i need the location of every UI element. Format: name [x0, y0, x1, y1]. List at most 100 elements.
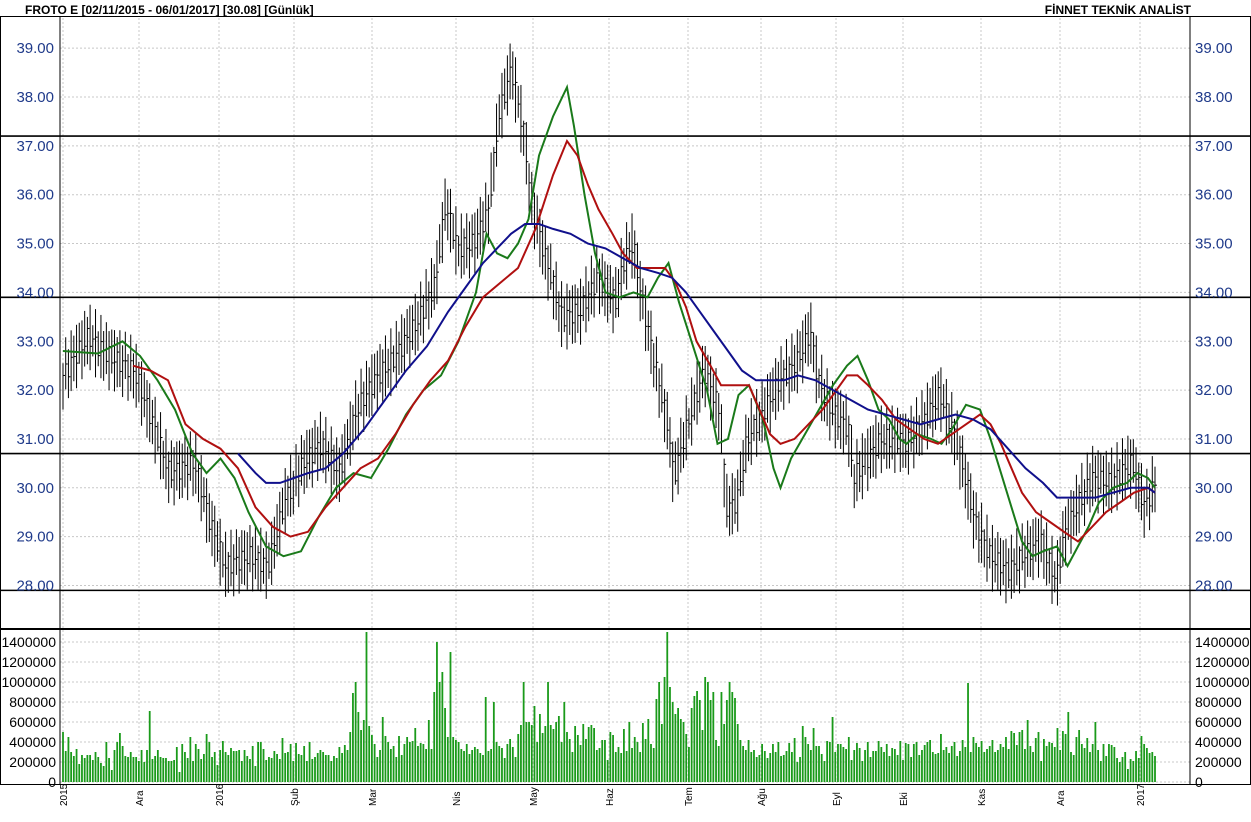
volume-bar [89, 755, 91, 782]
volume-bar [1110, 745, 1113, 782]
volume-tick-label-left: 400000 [9, 734, 56, 750]
volume-bar [972, 737, 975, 782]
volume-bar [910, 757, 913, 782]
volume-bar [254, 766, 257, 782]
volume-bar [479, 753, 482, 782]
volume-bar [137, 761, 140, 782]
volume-bar [734, 698, 736, 782]
volume-bar [587, 727, 590, 782]
volume-bar [249, 759, 251, 782]
volume-bar [86, 755, 89, 782]
volume-bar [346, 750, 349, 782]
volume-tick-label-left: 200000 [9, 754, 56, 770]
volume-bar [568, 739, 571, 782]
volume-bar [853, 750, 856, 782]
volume-bar [1013, 733, 1015, 782]
volume-tick-label-right: 800000 [1195, 694, 1242, 710]
volume-bar [257, 742, 259, 782]
volume-bar [156, 750, 159, 782]
volume-bar [221, 741, 224, 782]
x-tick-label: Nis [452, 792, 463, 806]
volume-bar [284, 753, 287, 782]
volume-tick-label-right: 600000 [1195, 714, 1242, 730]
volume-bar [744, 750, 747, 782]
volume-bar [427, 720, 430, 782]
volume-bar [154, 756, 157, 782]
volume-bar [181, 744, 184, 782]
volume-bar [893, 749, 896, 782]
y-tick-label-left: 35.00 [16, 236, 54, 253]
volume-bar [360, 730, 362, 782]
volume-bar [1094, 722, 1097, 782]
volume-bar [368, 726, 371, 782]
volume-bar [216, 765, 219, 782]
volume-bar [671, 702, 674, 782]
volume-bar [669, 687, 671, 782]
volume-bar [720, 692, 723, 782]
volume-bar [449, 652, 452, 782]
volume-bar [186, 758, 189, 782]
volume-bar [1143, 744, 1146, 782]
volume-bar [969, 752, 972, 782]
volume-bar [492, 702, 495, 782]
volume-bar [983, 752, 986, 782]
volume-bar [151, 759, 154, 782]
volume-bar [723, 724, 726, 782]
volume-bar [715, 740, 717, 782]
volume-bar [547, 682, 549, 782]
volume-bar [674, 714, 677, 782]
y-tick-label-left: 37.00 [16, 138, 54, 155]
volume-bar [81, 755, 83, 782]
x-tick-label: Mar [368, 788, 379, 806]
volume-bar [211, 757, 213, 782]
volume-bar [173, 760, 175, 782]
volume-bar [97, 757, 100, 782]
volume-bar [525, 722, 528, 782]
volume-bar [677, 708, 679, 782]
volume-bar [324, 755, 327, 782]
volume-bar [230, 748, 232, 782]
volume-bar [127, 757, 129, 782]
volume-bar [709, 700, 712, 782]
volume-bar [636, 742, 639, 782]
volume-tick-label-left: 1200000 [1, 654, 56, 670]
volume-bar [184, 752, 186, 782]
volume-bar [650, 744, 652, 782]
volume-bar [1145, 748, 1148, 782]
volume-bar [834, 752, 837, 782]
volume-bar [268, 757, 270, 782]
y-tick-label-left: 32.00 [16, 382, 54, 399]
volume-bar [560, 742, 563, 782]
price-volume-chart[interactable]: 2015 Ara 2016 Şub Mar Nis May Haz Tem Ağu Eyl Eki Ka… [0, 0, 1251, 822]
volume-bar [698, 700, 701, 782]
volume-bar [1029, 746, 1032, 782]
volume-bar [815, 746, 818, 782]
volume-bar [975, 743, 978, 782]
volume-bar [921, 750, 923, 782]
volume-bar [967, 683, 969, 782]
volume-bar [1002, 747, 1005, 782]
volume-bar [991, 740, 994, 782]
volume-bar [809, 750, 812, 782]
volume-bar [986, 749, 988, 782]
y-tick-label-left: 33.00 [16, 333, 54, 350]
x-tick-label: Tem [684, 787, 695, 806]
volume-bar [213, 752, 216, 782]
volume-bar [856, 743, 858, 782]
volume-bar [192, 761, 194, 782]
y-tick-label-right: 37.00 [1195, 138, 1233, 155]
volume-bar [696, 691, 698, 782]
volume-tick-label-right: 200000 [1195, 754, 1242, 770]
y-tick-label-right: 31.00 [1195, 431, 1233, 448]
volume-bar [205, 734, 208, 782]
y-tick-label-right: 29.00 [1195, 529, 1233, 546]
volume-bar [996, 750, 999, 782]
volume-bar [75, 749, 78, 782]
volume-bar [864, 750, 866, 782]
volume-bar [977, 747, 980, 782]
y-tick-label-right: 36.00 [1195, 187, 1233, 204]
volume-bar [728, 682, 731, 782]
x-tick-label: May [529, 787, 540, 806]
volume-bar [1024, 749, 1026, 782]
volume-bar [135, 757, 138, 782]
